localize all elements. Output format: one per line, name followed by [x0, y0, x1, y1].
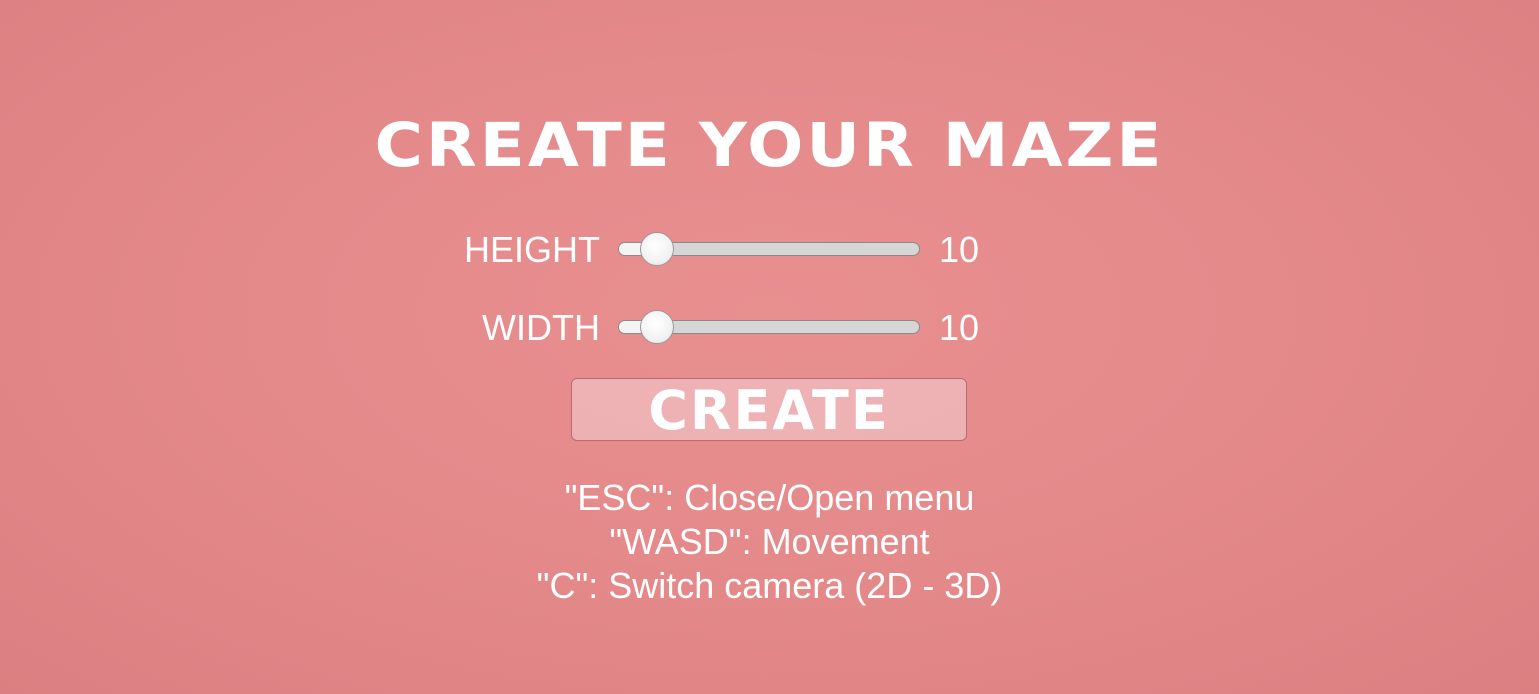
height-slider-row: HEIGHT 10 [0, 230, 1539, 270]
width-slider-label: WIDTH [482, 307, 600, 348]
width-slider-row: WIDTH 10 [0, 308, 1539, 348]
width-slider[interactable] [618, 310, 920, 344]
width-slider-value: 10 [939, 307, 980, 348]
instruction-camera: "C": Switch camera (2D - 3D) [536, 565, 1003, 606]
height-slider-handle[interactable] [639, 232, 674, 266]
height-slider[interactable] [618, 232, 920, 266]
instruction-wasd: "WASD": Movement [609, 521, 930, 562]
width-slider-handle[interactable] [639, 310, 674, 344]
controls-instructions: "ESC": Close/Open menu "WASD": Movement … [0, 476, 1539, 608]
menu-title: CREATE YOUR MAZE [374, 110, 1165, 181]
height-slider-value: 10 [939, 229, 980, 270]
create-button[interactable]: CREATE [571, 378, 967, 442]
instruction-esc: "ESC": Close/Open menu [564, 477, 975, 518]
height-slider-label: HEIGHT [463, 229, 600, 270]
